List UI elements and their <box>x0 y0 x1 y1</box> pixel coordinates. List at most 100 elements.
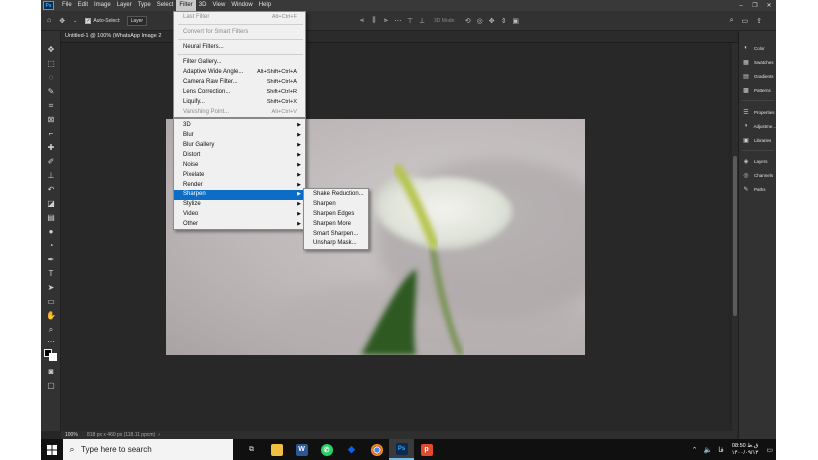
chrome-button[interactable] <box>364 439 389 460</box>
type-tool-icon[interactable]: T <box>45 269 57 279</box>
menu-help[interactable]: Help <box>256 0 274 11</box>
distribute-icon[interactable]: ⋯ <box>392 17 404 25</box>
task-view-button[interactable]: ⧉ <box>239 439 264 460</box>
menu-item-adaptive-wide-angle[interactable]: Adaptive Wide Angle... Alt+Shift+Ctrl+A <box>174 68 305 78</box>
menu-item-sharpen[interactable]: Sharpen ▶ <box>174 190 305 200</box>
menu-item-lens-correction[interactable]: Lens Correction... Shift+Ctrl+R <box>174 88 305 98</box>
speaker-icon[interactable]: 🔈 <box>703 446 712 454</box>
menu-type[interactable]: Type <box>135 0 154 11</box>
move-tool-icon[interactable]: ✥ <box>45 45 57 55</box>
pen-tool-icon[interactable]: ✒ <box>45 255 57 265</box>
home-icon[interactable]: ⌂ <box>47 17 51 24</box>
quick-mask-icon[interactable]: ◙ <box>45 367 57 377</box>
menu-view[interactable]: View <box>209 0 228 11</box>
eyedropper-tool-icon[interactable]: ⌐ <box>45 129 57 139</box>
menu-item-sharpen[interactable]: Sharpen <box>304 200 368 210</box>
brush-tool-icon[interactable]: ✐ <box>45 157 57 167</box>
restore-icon[interactable]: ❐ <box>748 0 762 11</box>
menu-item-camera-raw[interactable]: Camera Raw Filter... Shift+Ctrl+A <box>174 78 305 88</box>
align-left-icon[interactable]: ⫷ <box>356 17 368 25</box>
menu-item-shake-reduction[interactable]: Shake Reduction... <box>304 190 368 200</box>
document-tab[interactable]: Untitled-1 @ 100% (WhatsApp Image 2 <box>61 31 737 43</box>
panel-channels[interactable]: ◎ Channels <box>742 170 776 180</box>
background-color[interactable] <box>49 353 57 361</box>
menu-3d[interactable]: 3D <box>196 0 210 11</box>
screen-mode-icon[interactable]: ▢ <box>45 381 57 391</box>
auto-select-checkbox[interactable]: ✓ <box>85 17 92 24</box>
menu-item-3d[interactable]: 3D ▶ <box>174 121 305 131</box>
chevron-down-icon[interactable]: ⌄ <box>73 18 77 24</box>
notification-icon[interactable]: ▭ <box>766 446 773 454</box>
drag-icon[interactable]: ✥ <box>486 17 498 25</box>
menu-item-sharpen-edges[interactable]: Sharpen Edges <box>304 210 368 220</box>
marquee-tool-icon[interactable]: ⬚ <box>45 59 57 69</box>
menu-edit[interactable]: Edit <box>75 0 91 11</box>
workspace-icon[interactable]: ▭ <box>742 17 749 25</box>
lang-indicator[interactable]: فا <box>718 446 723 454</box>
menu-item-vanishing-point[interactable]: Vanishing Point... Alt+Ctrl+V <box>174 108 305 118</box>
more-tools-icon[interactable]: ⋯ <box>45 337 57 347</box>
panel-color[interactable]: ◐ Color <box>742 43 776 53</box>
whatsapp-button[interactable]: ✆ <box>314 439 339 460</box>
menu-item-neural-filters[interactable]: Neural Filters... <box>174 43 305 53</box>
panel-libraries[interactable]: ▣ Libraries <box>742 135 776 145</box>
panel-properties[interactable]: ☰ Properties <box>742 107 776 117</box>
path-select-icon[interactable]: ➤ <box>45 283 57 293</box>
shape-tool-icon[interactable]: ▭ <box>45 297 57 307</box>
canvas-area[interactable] <box>61 43 729 431</box>
align-center-icon[interactable]: ⫼ <box>368 17 380 25</box>
gradient-tool-icon[interactable]: ▤ <box>45 213 57 223</box>
align-top-icon[interactable]: ⊤ <box>404 17 416 25</box>
lasso-tool-icon[interactable]: ◌ <box>45 73 57 83</box>
menu-select[interactable]: Select <box>154 0 177 11</box>
zoom-level[interactable]: 100% <box>61 432 87 438</box>
zoom-tool-icon[interactable]: ⌕ <box>45 325 57 335</box>
menu-image[interactable]: Image <box>91 0 114 11</box>
menu-item-unsharp-mask[interactable]: Unsharp Mask... <box>304 239 368 249</box>
menu-item-filter-gallery[interactable]: Filter Gallery... <box>174 58 305 68</box>
photoshop-button[interactable]: Ps <box>389 439 414 460</box>
app-p-button[interactable]: p <box>414 439 439 460</box>
menu-item-sharpen-more[interactable]: Sharpen More <box>304 220 368 230</box>
menu-item-last-filter[interactable]: Last Filter Alt+Ctrl+F <box>174 13 305 23</box>
menu-item-convert-smart-filters[interactable]: Convert for Smart Filters <box>174 28 305 38</box>
menu-item-pixelate[interactable]: Pixelate ▶ <box>174 171 305 181</box>
scrollbar-thumb[interactable] <box>733 156 737 316</box>
healing-tool-icon[interactable]: ✚ <box>45 143 57 153</box>
menu-filter[interactable]: Filter <box>176 0 196 11</box>
panel-layers[interactable]: ◈ Layers <box>742 156 776 166</box>
menu-layer[interactable]: Layer <box>114 0 135 11</box>
panel-gradients[interactable]: ▤ Gradients <box>742 71 776 81</box>
menu-file[interactable]: File <box>59 0 75 11</box>
camera-icon[interactable]: ▣ <box>510 17 522 25</box>
menu-item-other[interactable]: Other ▶ <box>174 220 305 230</box>
share-icon[interactable]: ⇪ <box>756 17 762 25</box>
menu-item-distort[interactable]: Distort ▶ <box>174 151 305 161</box>
dropbox-button[interactable]: ◆ <box>339 439 364 460</box>
start-button[interactable] <box>41 439 63 460</box>
dodge-tool-icon[interactable]: ◔ <box>45 241 57 251</box>
panel-swatches[interactable]: ▦ Swatches <box>742 57 776 67</box>
taskbar-search[interactable]: ⌕ Type here to search <box>63 439 233 460</box>
close-icon[interactable]: ✕ <box>762 0 776 11</box>
menu-item-noise[interactable]: Noise ▶ <box>174 161 305 171</box>
clock[interactable]: 08:50 ق.ظ ۱۴۰۰/۰۹/۱۳ <box>732 443 759 457</box>
menu-item-stylize[interactable]: Stylize ▶ <box>174 200 305 210</box>
stamp-tool-icon[interactable]: ⊥ <box>45 171 57 181</box>
slide-icon[interactable]: ⇕ <box>498 17 510 25</box>
hand-tool-icon[interactable]: ✋ <box>45 311 57 321</box>
minimize-icon[interactable]: – <box>734 0 748 11</box>
panel-paths[interactable]: ✎ Paths <box>742 184 776 194</box>
quick-select-tool-icon[interactable]: ✎ <box>45 87 57 97</box>
roll-icon[interactable]: ◎ <box>474 17 486 25</box>
panel-adjustments[interactable]: ◑ Adjustme... <box>742 121 776 131</box>
orbit-icon[interactable]: ⟲ <box>462 17 474 25</box>
align-middle-icon[interactable]: ⊥ <box>416 17 428 25</box>
crop-tool-icon[interactable]: ⌗ <box>45 101 57 111</box>
search-icon[interactable]: ⌕ <box>730 17 734 25</box>
chevron-up-icon[interactable]: ⌃ <box>692 446 698 454</box>
move-tool-icon[interactable]: ✥ <box>59 17 65 25</box>
menu-item-liquify[interactable]: Liquify... Shift+Ctrl+X <box>174 98 305 108</box>
align-right-icon[interactable]: ⫸ <box>380 17 392 25</box>
file-explorer-button[interactable] <box>264 439 289 460</box>
